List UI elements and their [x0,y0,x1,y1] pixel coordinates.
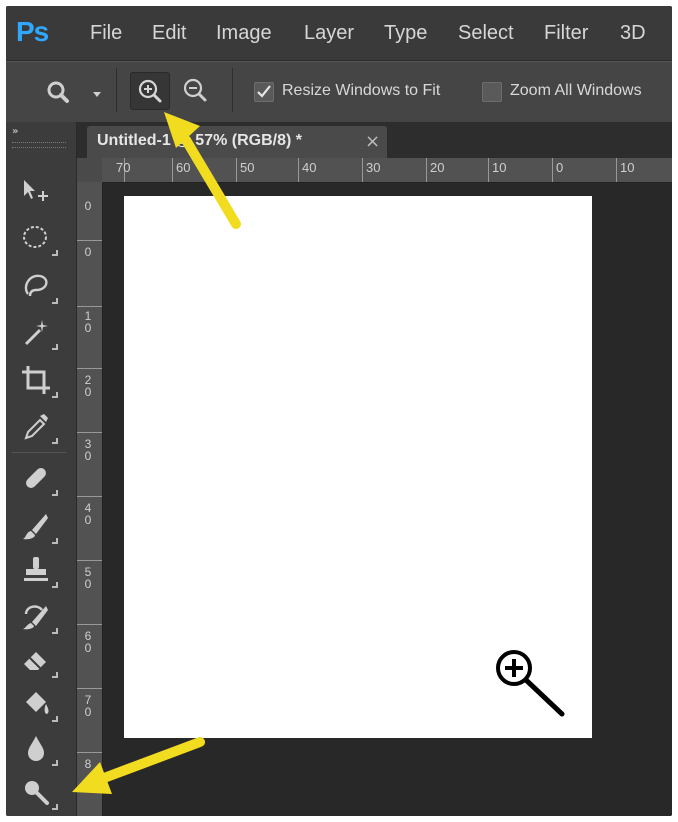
zoom-all-windows-label: Zoom All Windows [510,82,642,99]
collapse-panel-icon[interactable]: » [12,126,18,137]
menu-filter[interactable]: Filter [544,22,588,45]
menu-edit[interactable]: Edit [152,22,186,45]
menu-layer[interactable]: Layer [304,22,354,45]
move-tool-icon[interactable] [20,174,52,206]
zoom-in-cursor-icon [492,646,572,726]
resize-windows-label: Resize Windows to Fit [282,82,441,99]
options-divider [116,68,117,112]
magic-wand-tool-icon[interactable] [20,316,58,350]
ruler-label: 0 [84,245,92,259]
ruler-label: 50 [84,565,92,591]
zoom-in-button[interactable] [130,72,170,110]
ruler-label: 50 [240,160,255,175]
ruler-label: 0 [84,199,92,213]
lasso-tool-icon[interactable] [20,270,58,304]
menu-file[interactable]: File [90,22,122,45]
ruler-label: 20 [84,373,92,399]
resize-windows-checkbox[interactable] [254,82,274,102]
crop-tool-icon[interactable] [20,364,58,398]
menu-bar: Ps File Edit Image Layer Type Select Fil… [6,6,672,61]
document-tab[interactable]: Untitled-1 @ 57% (RGB/8) * × [87,126,387,158]
tools-panel: » [6,122,77,816]
elliptical-marquee-tool-icon[interactable] [20,222,58,256]
vertical-ruler[interactable]: 0 0 10 20 30 40 50 60 70 8 [77,182,103,816]
ruler-label: 60 [176,160,191,175]
options-bar: Resize Windows to Fit Zoom All Windows [6,61,672,123]
options-divider [232,68,233,112]
ruler-label: 10 [492,160,507,175]
ruler-label: 40 [302,160,317,175]
close-icon[interactable]: × [365,131,380,152]
ruler-label: 40 [84,501,92,527]
menu-type[interactable]: Type [384,22,427,45]
blur-tool-icon[interactable] [20,732,58,766]
ruler-label: 30 [366,160,381,175]
ruler-label: 10 [620,160,635,175]
zoom-out-button[interactable] [176,72,214,108]
document-tab-bar: Untitled-1 @ 57% (RGB/8) * × [77,122,672,158]
menu-image[interactable]: Image [216,22,272,45]
ruler-label: 0 [556,160,564,175]
panel-grip[interactable] [12,142,66,148]
paint-bucket-tool-icon[interactable] [20,688,58,722]
ruler-label: 70 [116,160,131,175]
photoshop-window: Ps File Edit Image Layer Type Select Fil… [6,6,672,816]
photoshop-logo: Ps [16,16,49,47]
document-tab-title: Untitled-1 @ 57% (RGB/8) * [97,132,302,149]
healing-brush-tool-icon[interactable] [20,462,58,496]
zoom-all-windows-checkbox[interactable] [482,82,502,102]
brush-tool-icon[interactable] [20,510,58,544]
clone-stamp-tool-icon[interactable] [20,554,58,588]
ruler-label: 8 [84,757,92,771]
zoom-tool-icon[interactable] [20,776,58,810]
eraser-tool-icon[interactable] [20,644,58,678]
menu-select[interactable]: Select [458,22,514,45]
history-brush-tool-icon[interactable] [20,600,58,634]
ruler-label: 70 [84,693,92,719]
tool-divider [12,452,66,453]
eyedropper-tool-icon[interactable] [20,410,58,444]
ruler-label: 30 [84,437,92,463]
zoom-tool-preset-icon[interactable] [46,80,76,106]
ruler-label: 60 [84,629,92,655]
horizontal-ruler[interactable]: 70 60 50 40 30 20 10 0 10 [102,158,672,183]
menu-3d[interactable]: 3D [620,22,646,45]
ruler-label: 20 [430,160,445,175]
ruler-label: 10 [84,309,92,335]
ruler-origin[interactable] [77,158,102,182]
chevron-down-icon[interactable] [92,86,102,97]
